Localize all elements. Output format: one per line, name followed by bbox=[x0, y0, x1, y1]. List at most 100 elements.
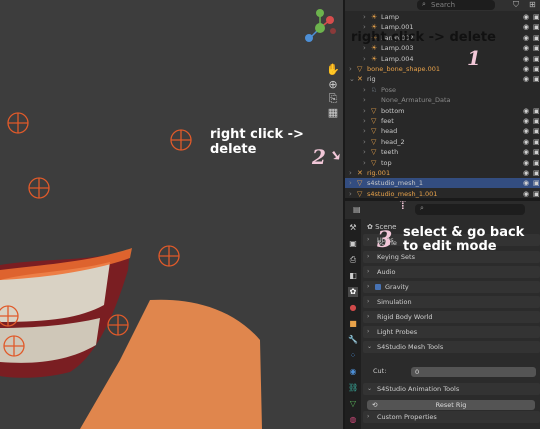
outliner-search-input[interactable]: Search bbox=[417, 0, 495, 10]
outliner-row[interactable]: › ▽ head_2 ◉ ▣ bbox=[345, 137, 540, 147]
outliner-row[interactable]: › ▽ bottom ◉ ▣ bbox=[345, 106, 540, 116]
render-camera-icon[interactable]: ▣ bbox=[533, 12, 540, 22]
render-camera-icon[interactable]: ▣ bbox=[533, 178, 540, 188]
outliner-row[interactable]: › ▽ teeth ◉ ▣ bbox=[345, 147, 540, 157]
panel-header[interactable]: › Light Probes bbox=[363, 326, 540, 338]
visibility-eye-icon[interactable]: ◉ bbox=[523, 43, 529, 53]
properties-search-input[interactable] bbox=[415, 204, 525, 215]
visibility-eye-icon[interactable]: ◉ bbox=[523, 168, 529, 178]
visibility-eye-icon[interactable]: ◉ bbox=[523, 126, 529, 136]
outliner-row[interactable]: › ▽ s4studio_mesh_1 ◉ ▣ bbox=[345, 178, 540, 189]
expand-chevron-icon[interactable]: › bbox=[363, 85, 366, 95]
render-camera-icon[interactable]: ▣ bbox=[533, 116, 540, 126]
3d-viewport[interactable]: ✋ ⊕ ⎘ ▦ right click -> delete 2 ➘ bbox=[0, 0, 343, 429]
world-tab-icon[interactable]: ● bbox=[348, 303, 358, 313]
visibility-eye-icon[interactable]: ◉ bbox=[523, 137, 529, 147]
expand-chevron-icon[interactable]: › bbox=[363, 106, 366, 116]
output-tab-icon[interactable]: ⎙ bbox=[348, 255, 358, 265]
render-camera-icon[interactable]: ▣ bbox=[533, 168, 540, 178]
expand-chevron-icon[interactable]: › bbox=[363, 158, 366, 168]
panel-header[interactable]: › Rigid Body World bbox=[363, 311, 540, 323]
panel-header[interactable]: ⌄ S4Studio Mesh Tools bbox=[363, 341, 540, 353]
properties-tab-bar: ⚒ ▣ ⎙ ◧ ✿ ● ■ 🔧 ⁘ ◉ ⛓ ▽ ◍ bbox=[345, 219, 361, 429]
render-camera-icon[interactable]: ▣ bbox=[533, 64, 540, 74]
particles-tab-icon[interactable]: ⁘ bbox=[348, 351, 358, 361]
render-camera-icon[interactable]: ▣ bbox=[533, 22, 540, 32]
view-layer-tab-icon[interactable]: ◧ bbox=[348, 271, 358, 281]
expand-chevron-icon[interactable]: › bbox=[363, 12, 366, 22]
render-camera-icon[interactable]: ▣ bbox=[533, 158, 540, 168]
panel-label: Light Probes bbox=[377, 328, 418, 336]
panel-header[interactable]: › Gravity bbox=[363, 281, 540, 293]
scene-tab-icon[interactable]: ✿ bbox=[348, 287, 358, 297]
data-tab-icon[interactable]: ▽ bbox=[348, 399, 358, 409]
outliner-row[interactable]: › None_Armature_Data bbox=[345, 95, 540, 105]
visibility-eye-icon[interactable]: ◉ bbox=[523, 178, 529, 188]
visibility-eye-icon[interactable]: ◉ bbox=[523, 64, 529, 74]
visibility-eye-icon[interactable]: ◉ bbox=[523, 12, 529, 22]
render-camera-icon[interactable]: ▣ bbox=[533, 106, 540, 116]
outliner-row[interactable]: › ☀ Lamp.004 ◉ ▣ bbox=[345, 54, 540, 64]
render-camera-icon[interactable]: ▣ bbox=[533, 33, 540, 43]
visibility-eye-icon[interactable]: ◉ bbox=[523, 74, 529, 84]
visibility-eye-icon[interactable]: ◉ bbox=[523, 147, 529, 157]
panel-header[interactable]: › Audio bbox=[363, 266, 540, 278]
reset-rig-button[interactable]: ⟲ Reset Rig bbox=[367, 400, 535, 410]
constraints-tab-icon[interactable]: ⛓ bbox=[348, 383, 358, 393]
render-camera-icon[interactable]: ▣ bbox=[533, 147, 540, 157]
panel-label: S4Studio Animation Tools bbox=[377, 385, 460, 393]
expand-chevron-icon[interactable]: › bbox=[349, 168, 352, 178]
pan-hand-icon[interactable]: ✋ bbox=[326, 63, 340, 77]
render-camera-icon[interactable]: ▣ bbox=[533, 137, 540, 147]
expand-chevron-icon[interactable]: › bbox=[363, 95, 366, 105]
cut-field[interactable]: 0 bbox=[411, 367, 536, 377]
render-tab-icon[interactable]: ▣ bbox=[348, 239, 358, 249]
expand-chevron-icon[interactable]: › bbox=[349, 64, 352, 74]
zoom-icon[interactable]: ⊕ bbox=[326, 78, 340, 92]
render-camera-icon[interactable]: ▣ bbox=[533, 54, 540, 64]
visibility-eye-icon[interactable]: ◉ bbox=[523, 158, 529, 168]
camera-view-icon[interactable]: ⎘ bbox=[326, 92, 340, 106]
outliner-row[interactable]: › ▽ bone_bone_shape.001 ◉ ▣ bbox=[345, 64, 540, 74]
render-camera-icon[interactable]: ▣ bbox=[533, 43, 540, 53]
panel-header[interactable]: › Custom Properties bbox=[363, 411, 540, 423]
grid-view-icon[interactable]: ▦ bbox=[326, 106, 340, 120]
render-camera-icon[interactable]: ▣ bbox=[533, 126, 540, 136]
physics-tab-icon[interactable]: ◉ bbox=[348, 367, 358, 377]
expand-chevron-icon[interactable]: › bbox=[349, 178, 352, 188]
modifier-tab-icon[interactable]: 🔧 bbox=[348, 335, 358, 345]
expand-chevron-icon[interactable]: › bbox=[349, 189, 352, 198]
expand-chevron-icon[interactable]: › bbox=[363, 116, 366, 126]
outliner-row[interactable]: › ▽ feet ◉ ▣ bbox=[345, 116, 540, 126]
expand-chevron-icon[interactable]: › bbox=[363, 54, 366, 64]
expand-chevron-icon[interactable]: › bbox=[363, 137, 366, 147]
outliner-row[interactable]: › ▽ head ◉ ▣ bbox=[345, 126, 540, 136]
tool-tab-icon[interactable]: ⚒ bbox=[348, 223, 358, 233]
expand-chevron-icon[interactable]: › bbox=[363, 126, 366, 136]
material-tab-icon[interactable]: ◍ bbox=[348, 415, 358, 425]
visibility-eye-icon[interactable]: ◉ bbox=[523, 189, 529, 198]
editor-type-icon[interactable]: ▤ bbox=[353, 205, 361, 214]
panel-header[interactable]: › Simulation bbox=[363, 296, 540, 308]
filter-icon[interactable]: ⛉ bbox=[513, 0, 519, 10]
outliner-row[interactable]: ⌄ ✕ rig ◉ ▣ bbox=[345, 74, 540, 84]
outliner-row[interactable]: › ▽ top ◉ ▣ bbox=[345, 158, 540, 168]
visibility-eye-icon[interactable]: ◉ bbox=[523, 33, 529, 43]
expand-chevron-icon[interactable]: ⌄ bbox=[349, 74, 355, 84]
render-camera-icon[interactable]: ▣ bbox=[533, 189, 540, 198]
visibility-eye-icon[interactable]: ◉ bbox=[523, 106, 529, 116]
gravity-checkbox[interactable] bbox=[375, 284, 381, 290]
expand-chevron-icon[interactable]: › bbox=[363, 147, 366, 157]
render-camera-icon[interactable]: ▣ bbox=[533, 74, 540, 84]
object-tab-icon[interactable]: ■ bbox=[348, 319, 358, 329]
visibility-eye-icon[interactable]: ◉ bbox=[523, 116, 529, 126]
outliner-row[interactable]: › ☀ Lamp ◉ ▣ bbox=[345, 12, 540, 22]
navigation-gizmo[interactable] bbox=[300, 8, 340, 48]
visibility-eye-icon[interactable]: ◉ bbox=[523, 22, 529, 32]
outliner-row[interactable]: › ▽ s4studio_mesh_1.001 ◉ ▣ bbox=[345, 189, 540, 198]
new-collection-icon[interactable]: ⊞ bbox=[529, 0, 536, 9]
outliner-row[interactable]: › ♘ Pose bbox=[345, 85, 540, 95]
outliner-row[interactable]: › ✕ rig.001 ◉ ▣ bbox=[345, 168, 540, 178]
visibility-eye-icon[interactable]: ◉ bbox=[523, 54, 529, 64]
panel-header[interactable]: ⌄ S4Studio Animation Tools bbox=[363, 383, 540, 395]
